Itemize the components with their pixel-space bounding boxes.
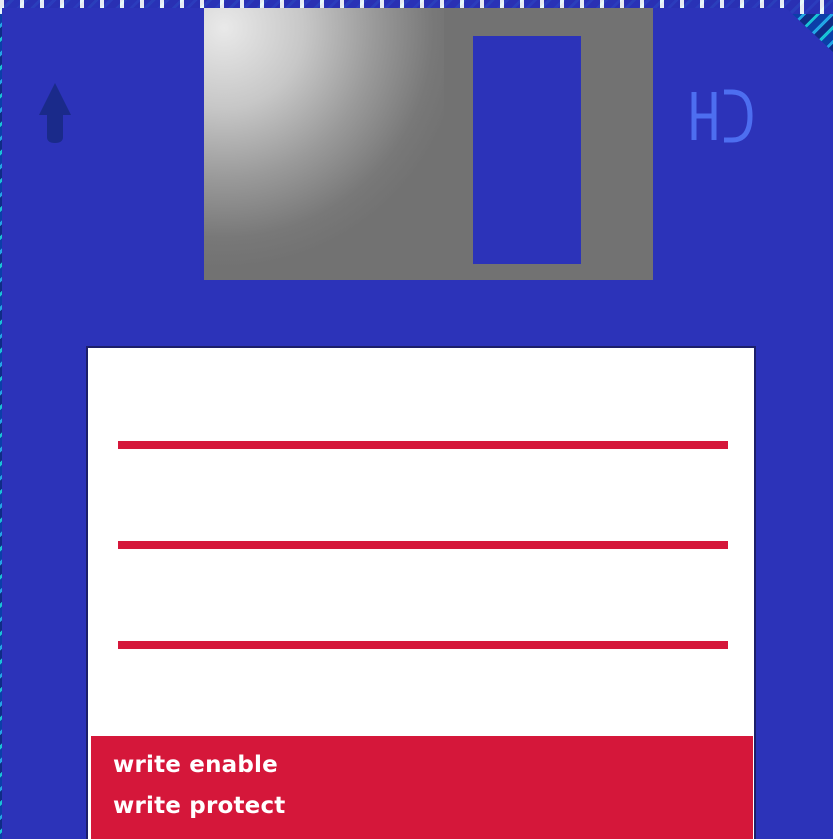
insert-arrow-icon [39, 83, 71, 143]
disk-label: write enable write protect [86, 346, 756, 839]
label-line [118, 641, 728, 649]
floppy-disk: write enable write protect [2, 8, 833, 839]
write-enable-text: write enable [113, 752, 278, 778]
hd-mark [691, 89, 753, 143]
write-protect-text: write protect [113, 793, 286, 819]
label-line [118, 541, 728, 549]
background: write enable write protect [0, 0, 833, 839]
label-line [118, 441, 728, 449]
shutter-window [473, 36, 581, 264]
write-protect-legend: write enable write protect [91, 736, 753, 839]
metal-shutter [204, 8, 653, 280]
